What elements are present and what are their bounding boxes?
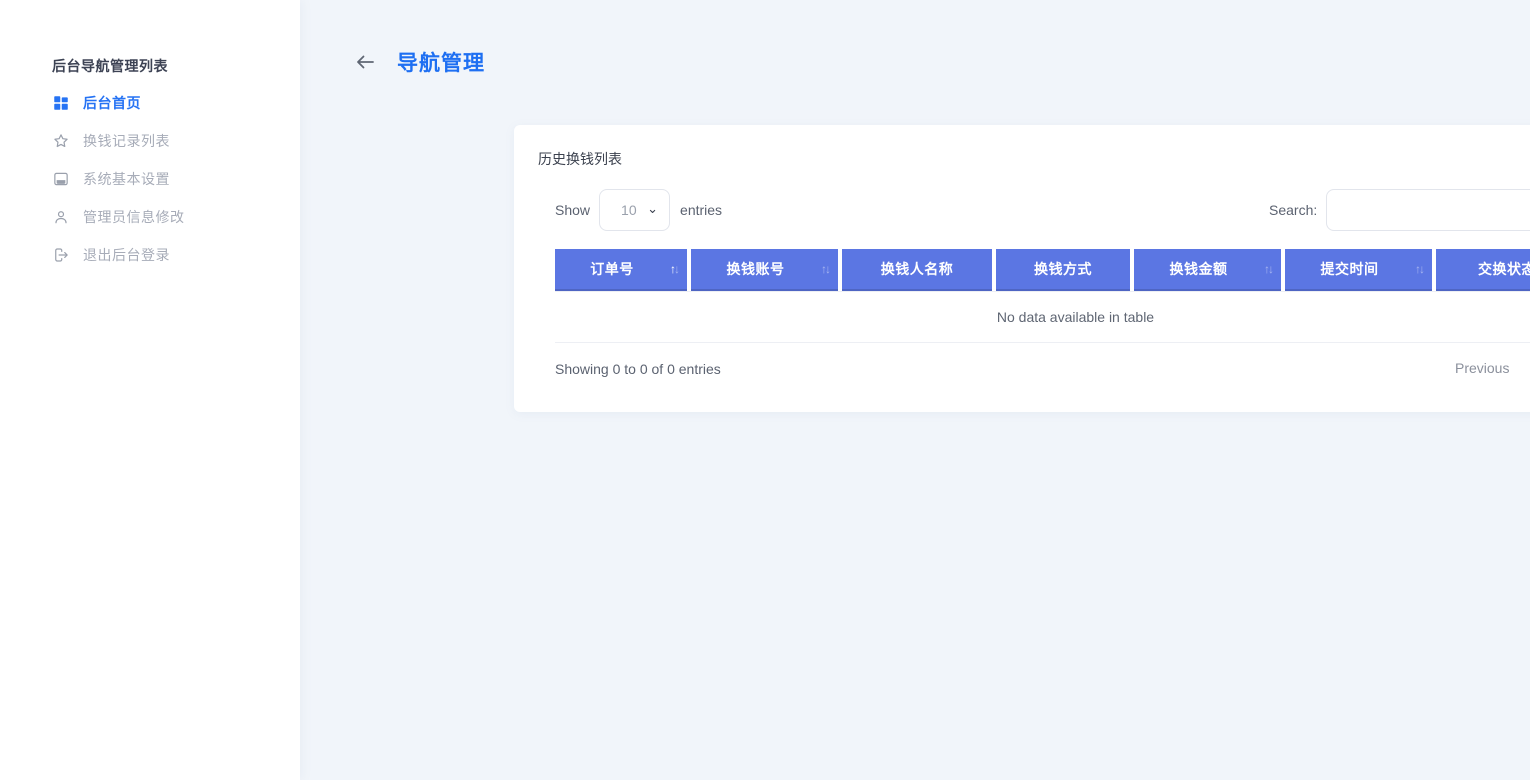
show-label: Show (555, 202, 590, 218)
sidebar-title: 后台导航管理列表 (52, 56, 168, 76)
table-search: Search: (1269, 189, 1530, 231)
page-title: 导航管理 (397, 47, 485, 77)
logout-icon (52, 246, 70, 264)
column-header-submit-time[interactable]: 提交时间 ↑↓ (1285, 249, 1432, 291)
sort-icon: ↑↓ (1264, 262, 1272, 276)
sort-icon: ↑↓ (670, 262, 678, 276)
sidebar-item-label: 系统基本设置 (83, 169, 170, 189)
table-info: Showing 0 to 0 of 0 entries (555, 361, 721, 377)
table-empty-state: No data available in table (555, 291, 1530, 343)
column-header-order-no[interactable]: 订单号 ↑↓ (555, 249, 687, 291)
column-header-exchange-account[interactable]: 换钱账号 ↑↓ (691, 249, 838, 291)
sidebar: 后台导航管理列表 后台首页 换钱记录列表 (0, 0, 300, 780)
page-length-select[interactable]: 10 ⌄ (599, 189, 670, 231)
column-header-exchange-amount[interactable]: 换钱金额 ↑↓ (1134, 249, 1281, 291)
chevron-down-icon: ⌄ (647, 202, 658, 215)
page-length-value: 10 (621, 202, 637, 218)
page-length-control: Show 10 ⌄ entries (555, 189, 722, 231)
sidebar-item-label: 后台首页 (83, 93, 141, 113)
user-icon (52, 208, 70, 226)
monitor-icon (52, 170, 70, 188)
entries-label: entries (680, 202, 722, 218)
sidebar-item-logout[interactable]: 退出后台登录 (0, 236, 300, 274)
search-label: Search: (1269, 202, 1317, 218)
dashboard-icon (52, 94, 70, 112)
star-icon (52, 132, 70, 150)
sidebar-item-home[interactable]: 后台首页 (0, 84, 300, 122)
card-title: 历史换钱列表 (538, 149, 622, 169)
exchange-history-card: 历史换钱列表 Show 10 ⌄ entries Search: 订单号 ↑↓ (514, 125, 1530, 412)
sidebar-item-admin-info[interactable]: 管理员信息修改 (0, 198, 300, 236)
column-header-exchanger-name[interactable]: 换钱人名称 (842, 249, 992, 291)
column-header-exchange-method[interactable]: 换钱方式 (996, 249, 1130, 291)
pagination-previous-button[interactable]: Previous (1455, 360, 1509, 376)
search-input[interactable] (1326, 189, 1530, 231)
sidebar-item-label: 换钱记录列表 (83, 131, 170, 151)
sidebar-item-label: 管理员信息修改 (83, 207, 185, 227)
column-header-exchange-status[interactable]: 交换状态 ↑↓ (1436, 249, 1530, 291)
sort-icon: ↑↓ (821, 262, 829, 276)
table-header-row: 订单号 ↑↓ 换钱账号 ↑↓ 换钱人名称 换钱方式 换钱金额 (555, 249, 1530, 291)
page-header: 导航管理 (353, 47, 485, 77)
sidebar-item-label: 退出后台登录 (83, 245, 170, 265)
back-arrow-icon[interactable] (353, 50, 377, 74)
data-table: 订单号 ↑↓ 换钱账号 ↑↓ 换钱人名称 换钱方式 换钱金额 (551, 249, 1530, 291)
sidebar-item-system-settings[interactable]: 系统基本设置 (0, 160, 300, 198)
sidebar-item-exchange-records[interactable]: 换钱记录列表 (0, 122, 300, 160)
sort-icon: ↑↓ (1415, 262, 1423, 276)
sidebar-nav: 后台首页 换钱记录列表 系统基本设置 (0, 84, 300, 274)
